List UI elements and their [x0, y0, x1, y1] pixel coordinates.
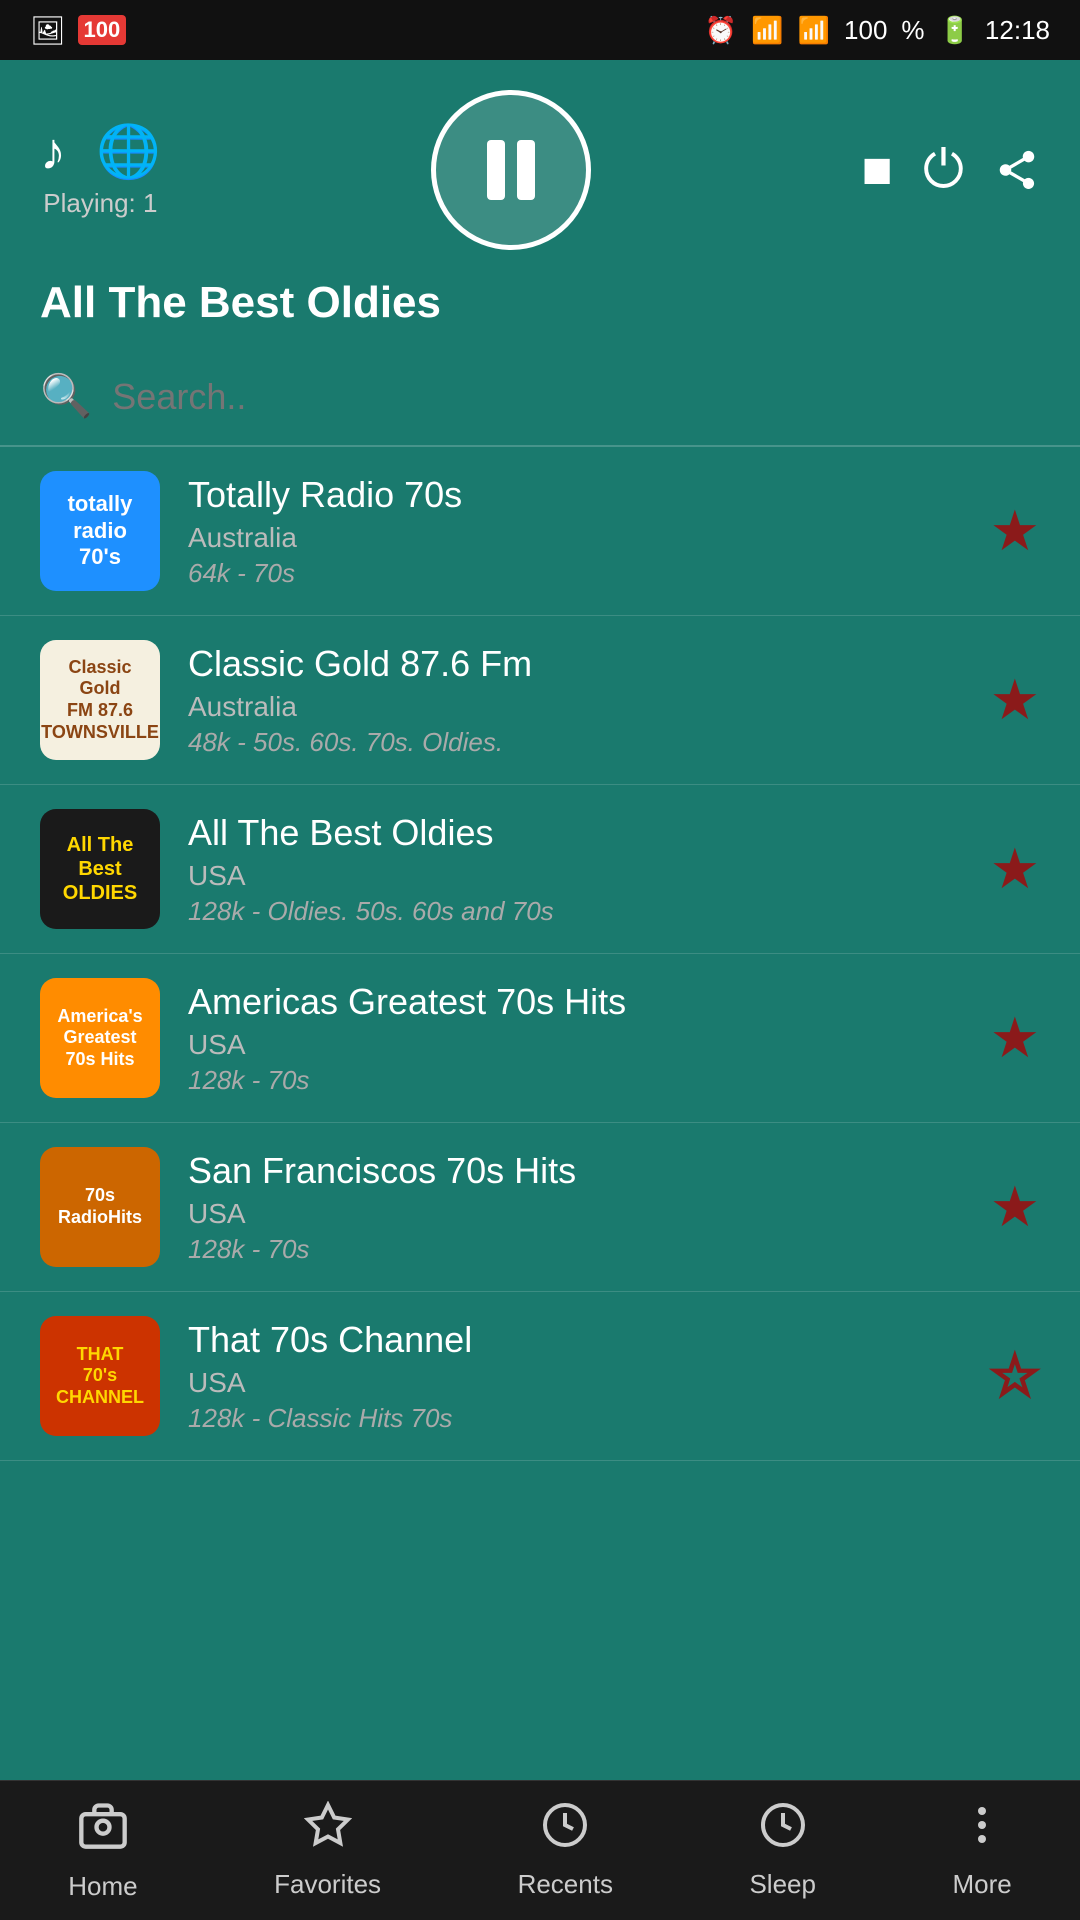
status-bar: 🖼 100 ⏰ 📶 📶 100% 🔋 12:18 — [0, 0, 1080, 60]
favorite-button[interactable]: ★ — [990, 1005, 1040, 1071]
station-name: All The Best Oldies — [188, 812, 962, 854]
image-icon: 🖼 — [30, 14, 66, 47]
station-country: Australia — [188, 691, 962, 723]
left-controls: ♪ 🌐 Playing: 1 — [40, 121, 161, 219]
station-country: USA — [188, 1029, 962, 1061]
battery-percent: 100 — [844, 15, 887, 46]
station-name: Totally Radio 70s — [188, 474, 962, 516]
station-logo: 70sRadioHits — [40, 1147, 160, 1267]
home-label: Home — [68, 1871, 137, 1902]
station-info: San Franciscos 70s Hits USA 128k - 70s — [188, 1150, 962, 1265]
status-left: 🖼 100 — [30, 14, 126, 47]
logo-text: ClassicGoldFM 87.6TOWNSVILLE — [40, 653, 160, 747]
station-name: Americas Greatest 70s Hits — [188, 981, 962, 1023]
station-logo: All The BestOLDIES — [40, 809, 160, 929]
station-country: USA — [188, 860, 962, 892]
station-item[interactable]: totallyradio70's Totally Radio 70s Austr… — [0, 447, 1080, 616]
stop-button[interactable]: ■ — [861, 140, 892, 200]
station-meta: 128k - 70s — [188, 1234, 962, 1265]
pause-button[interactable] — [431, 90, 591, 250]
playing-label: Playing: 1 — [43, 188, 157, 219]
station-country: USA — [188, 1367, 962, 1399]
radio-icon: 100 — [78, 15, 127, 45]
main-content: ♪ 🌐 Playing: 1 ■ ⏻ — [0, 60, 1080, 1780]
station-info: That 70s Channel USA 128k - Classic Hits… — [188, 1319, 962, 1434]
station-country: Australia — [188, 522, 962, 554]
power-button[interactable]: ⏻ — [923, 140, 964, 201]
left-icons: ♪ 🌐 — [40, 121, 161, 182]
station-logo: THAT70'sCHANNEL — [40, 1316, 160, 1436]
station-item[interactable]: THAT70'sCHANNEL That 70s Channel USA 128… — [0, 1292, 1080, 1461]
player-controls-row: ♪ 🌐 Playing: 1 ■ ⏻ — [40, 90, 1040, 250]
station-item[interactable]: America'sGreatest70s Hits Americas Great… — [0, 954, 1080, 1123]
station-list: totallyradio70's Totally Radio 70s Austr… — [0, 447, 1080, 1780]
station-info: All The Best Oldies USA 128k - Oldies. 5… — [188, 812, 962, 927]
station-name: San Franciscos 70s Hits — [188, 1150, 962, 1192]
station-meta: 64k - 70s — [188, 558, 962, 589]
station-country: USA — [188, 1198, 962, 1230]
recents-icon — [541, 1801, 589, 1861]
player-area: ♪ 🌐 Playing: 1 ■ ⏻ — [0, 60, 1080, 348]
nav-recents[interactable]: Recents — [518, 1801, 613, 1900]
recents-label: Recents — [518, 1869, 613, 1900]
right-controls: ■ ⏻ — [861, 140, 1040, 201]
clock: 12:18 — [985, 15, 1050, 46]
logo-text: 70sRadioHits — [54, 1181, 146, 1232]
favorite-button[interactable]: ★ — [990, 498, 1040, 564]
nav-more[interactable]: More — [952, 1801, 1011, 1900]
pause-bar-right — [517, 140, 535, 200]
station-item[interactable]: ClassicGoldFM 87.6TOWNSVILLE Classic Gol… — [0, 616, 1080, 785]
favorite-button[interactable]: ☆ — [990, 1343, 1040, 1409]
more-label: More — [952, 1869, 1011, 1900]
more-icon — [958, 1801, 1006, 1861]
station-logo: America'sGreatest70s Hits — [40, 978, 160, 1098]
battery-icon: 🔋 — [939, 15, 971, 46]
bottom-nav: Home Favorites Recents Sleep More — [0, 1780, 1080, 1920]
station-item[interactable]: 70sRadioHits San Franciscos 70s Hits USA… — [0, 1123, 1080, 1292]
share-button[interactable] — [994, 147, 1040, 193]
nav-favorites[interactable]: Favorites — [274, 1801, 381, 1900]
station-item[interactable]: All The BestOLDIES All The Best Oldies U… — [0, 785, 1080, 954]
logo-text: America'sGreatest70s Hits — [53, 1002, 146, 1075]
favorites-label: Favorites — [274, 1869, 381, 1900]
station-logo: ClassicGoldFM 87.6TOWNSVILLE — [40, 640, 160, 760]
logo-text: THAT70'sCHANNEL — [52, 1340, 148, 1413]
sleep-icon — [759, 1801, 807, 1861]
pause-icon — [487, 140, 535, 200]
station-meta: 128k - Classic Hits 70s — [188, 1403, 962, 1434]
station-meta: 128k - Oldies. 50s. 60s and 70s — [188, 896, 962, 927]
home-icon — [77, 1799, 129, 1863]
search-bar: 🔍 — [0, 348, 1080, 447]
logo-text: totallyradio70's — [64, 487, 137, 574]
sleep-label: Sleep — [749, 1869, 816, 1900]
station-logo: totallyradio70's — [40, 471, 160, 591]
logo-text: All The BestOLDIES — [40, 829, 160, 909]
station-meta: 128k - 70s — [188, 1065, 962, 1096]
station-meta: 48k - 50s. 60s. 70s. Oldies. — [188, 727, 962, 758]
station-info: Classic Gold 87.6 Fm Australia 48k - 50s… — [188, 643, 962, 758]
music-icon-button[interactable]: ♪ — [40, 122, 66, 182]
favorite-button[interactable]: ★ — [990, 836, 1040, 902]
favorite-button[interactable]: ★ — [990, 1174, 1040, 1240]
nav-sleep[interactable]: Sleep — [749, 1801, 816, 1900]
alarm-icon: ⏰ — [705, 15, 737, 46]
station-info: Americas Greatest 70s Hits USA 128k - 70… — [188, 981, 962, 1096]
search-icon: 🔍 — [40, 372, 92, 421]
station-info: Totally Radio 70s Australia 64k - 70s — [188, 474, 962, 589]
signal-icon: 📶 — [798, 15, 830, 46]
station-name: Classic Gold 87.6 Fm — [188, 643, 962, 685]
wifi-icon: 📶 — [751, 15, 783, 46]
station-title: All The Best Oldies — [40, 278, 441, 328]
favorite-button[interactable]: ★ — [990, 667, 1040, 733]
status-right: ⏰ 📶 📶 100% 🔋 12:18 — [705, 15, 1050, 46]
globe-icon-button[interactable]: 🌐 — [96, 121, 161, 182]
station-name: That 70s Channel — [188, 1319, 962, 1361]
search-input[interactable] — [112, 376, 1040, 418]
favorites-icon — [304, 1801, 352, 1861]
pause-bar-left — [487, 140, 505, 200]
nav-home[interactable]: Home — [68, 1799, 137, 1902]
